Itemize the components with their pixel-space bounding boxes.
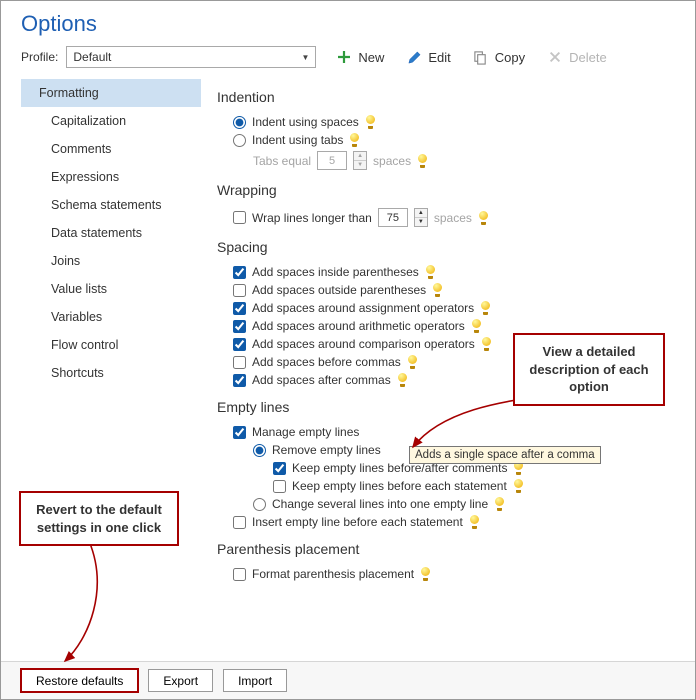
- assignment-checkbox[interactable]: [233, 302, 246, 315]
- insert-empty-label: Insert empty line before each statement: [252, 515, 463, 529]
- callout-view-detail: View a detailed description of each opti…: [513, 333, 665, 406]
- assignment-label: Add spaces around assignment operators: [252, 301, 474, 315]
- lightbulb-icon[interactable]: [478, 211, 489, 225]
- close-icon: [547, 49, 563, 65]
- section-paren: Parenthesis placement: [217, 541, 685, 557]
- indent-tabs-label: Indent using tabs: [252, 133, 343, 147]
- lightbulb-icon[interactable]: [513, 479, 524, 493]
- import-button[interactable]: Import: [223, 669, 287, 692]
- format-paren-checkbox[interactable]: [233, 568, 246, 581]
- after-commas-label: Add spaces after commas: [252, 373, 391, 387]
- lightbulb-icon[interactable]: [425, 265, 436, 279]
- before-commas-checkbox[interactable]: [233, 356, 246, 369]
- keep-comments-checkbox[interactable]: [273, 462, 286, 475]
- remove-empty-radio[interactable]: [253, 444, 266, 457]
- spinner-buttons[interactable]: ▲▼: [353, 151, 367, 170]
- sidebar-item-shortcuts[interactable]: Shortcuts: [21, 359, 201, 387]
- footer-bar: Restore defaults Export Import: [1, 661, 695, 699]
- copy-icon: [473, 49, 489, 65]
- keep-statement-checkbox[interactable]: [273, 480, 286, 493]
- new-label: New: [358, 50, 384, 65]
- tabs-suffix: spaces: [373, 154, 411, 168]
- profile-toolbar: Profile: Default ▼ New Edit Copy Delete: [1, 41, 695, 79]
- sidebar-item-flowcontrol[interactable]: Flow control: [21, 331, 201, 359]
- plus-icon: [336, 49, 352, 65]
- delete-label: Delete: [569, 50, 607, 65]
- indent-tabs-radio[interactable]: [233, 134, 246, 147]
- comparison-label: Add spaces around comparison operators: [252, 337, 475, 351]
- lightbulb-icon[interactable]: [365, 115, 376, 129]
- lightbulb-icon[interactable]: [469, 515, 480, 529]
- before-commas-label: Add spaces before commas: [252, 355, 401, 369]
- lightbulb-icon[interactable]: [349, 133, 360, 147]
- section-spacing: Spacing: [217, 239, 685, 255]
- section-indention: Indention: [217, 89, 685, 105]
- edit-button[interactable]: Edit: [398, 45, 458, 69]
- tabs-equal-value[interactable]: 5: [317, 151, 347, 170]
- inside-paren-checkbox[interactable]: [233, 266, 246, 279]
- lightbulb-icon[interactable]: [480, 301, 491, 315]
- outside-paren-checkbox[interactable]: [233, 284, 246, 297]
- sidebar-item-formatting[interactable]: Formatting: [21, 79, 201, 107]
- chevron-down-icon: ▼: [301, 53, 309, 62]
- tooltip-after-commas: Adds a single space after a comma: [409, 446, 601, 464]
- sidebar-item-variables[interactable]: Variables: [21, 303, 201, 331]
- sidebar-item-data[interactable]: Data statements: [21, 219, 201, 247]
- copy-label: Copy: [495, 50, 525, 65]
- indent-spaces-radio[interactable]: [233, 116, 246, 129]
- edit-label: Edit: [428, 50, 450, 65]
- tabs-equal-label: Tabs equal: [253, 154, 311, 168]
- restore-defaults-button[interactable]: Restore defaults: [21, 669, 138, 692]
- sidebar-item-joins[interactable]: Joins: [21, 247, 201, 275]
- format-paren-label: Format parenthesis placement: [252, 567, 414, 581]
- change-lines-label: Change several lines into one empty line: [272, 497, 488, 511]
- lightbulb-icon[interactable]: [432, 283, 443, 297]
- manage-empty-label: Manage empty lines: [252, 425, 359, 439]
- pencil-icon: [406, 49, 422, 65]
- delete-button: Delete: [539, 45, 615, 69]
- wrap-value[interactable]: 75: [378, 208, 408, 227]
- lightbulb-icon[interactable]: [397, 373, 408, 387]
- spinner-buttons[interactable]: ▲▼: [414, 208, 428, 227]
- new-button[interactable]: New: [328, 45, 392, 69]
- sidebar: Formatting Capitalization Comments Expre…: [1, 79, 201, 653]
- sidebar-item-comments[interactable]: Comments: [21, 135, 201, 163]
- lightbulb-icon[interactable]: [481, 337, 492, 351]
- sidebar-item-schema[interactable]: Schema statements: [21, 191, 201, 219]
- arithmetic-checkbox[interactable]: [233, 320, 246, 333]
- sidebar-item-valuelists[interactable]: Value lists: [21, 275, 201, 303]
- inside-paren-label: Add spaces inside parentheses: [252, 265, 419, 279]
- lightbulb-icon[interactable]: [471, 319, 482, 333]
- change-lines-radio[interactable]: [253, 498, 266, 511]
- wrap-lines-checkbox[interactable]: [233, 211, 246, 224]
- profile-selected-value: Default: [73, 50, 111, 64]
- insert-empty-checkbox[interactable]: [233, 516, 246, 529]
- wrap-suffix: spaces: [434, 211, 472, 225]
- sidebar-item-capitalization[interactable]: Capitalization: [21, 107, 201, 135]
- lightbulb-icon[interactable]: [494, 497, 505, 511]
- lightbulb-icon[interactable]: [407, 355, 418, 369]
- indent-spaces-label: Indent using spaces: [252, 115, 359, 129]
- wrap-lines-label: Wrap lines longer than: [252, 211, 372, 225]
- outside-paren-label: Add spaces outside parentheses: [252, 283, 426, 297]
- profile-select[interactable]: Default ▼: [66, 46, 316, 68]
- comparison-checkbox[interactable]: [233, 338, 246, 351]
- copy-button[interactable]: Copy: [465, 45, 533, 69]
- lightbulb-icon[interactable]: [417, 154, 428, 168]
- page-title: Options: [1, 1, 695, 41]
- arithmetic-label: Add spaces around arithmetic operators: [252, 319, 465, 333]
- export-button[interactable]: Export: [148, 669, 213, 692]
- keep-statement-label: Keep empty lines before each statement: [292, 479, 507, 493]
- remove-empty-label: Remove empty lines: [272, 443, 381, 457]
- section-wrapping: Wrapping: [217, 182, 685, 198]
- lightbulb-icon[interactable]: [420, 567, 431, 581]
- sidebar-item-expressions[interactable]: Expressions: [21, 163, 201, 191]
- manage-empty-checkbox[interactable]: [233, 426, 246, 439]
- callout-revert: Revert to the default settings in one cl…: [19, 491, 179, 546]
- profile-label: Profile:: [21, 50, 58, 64]
- after-commas-checkbox[interactable]: [233, 374, 246, 387]
